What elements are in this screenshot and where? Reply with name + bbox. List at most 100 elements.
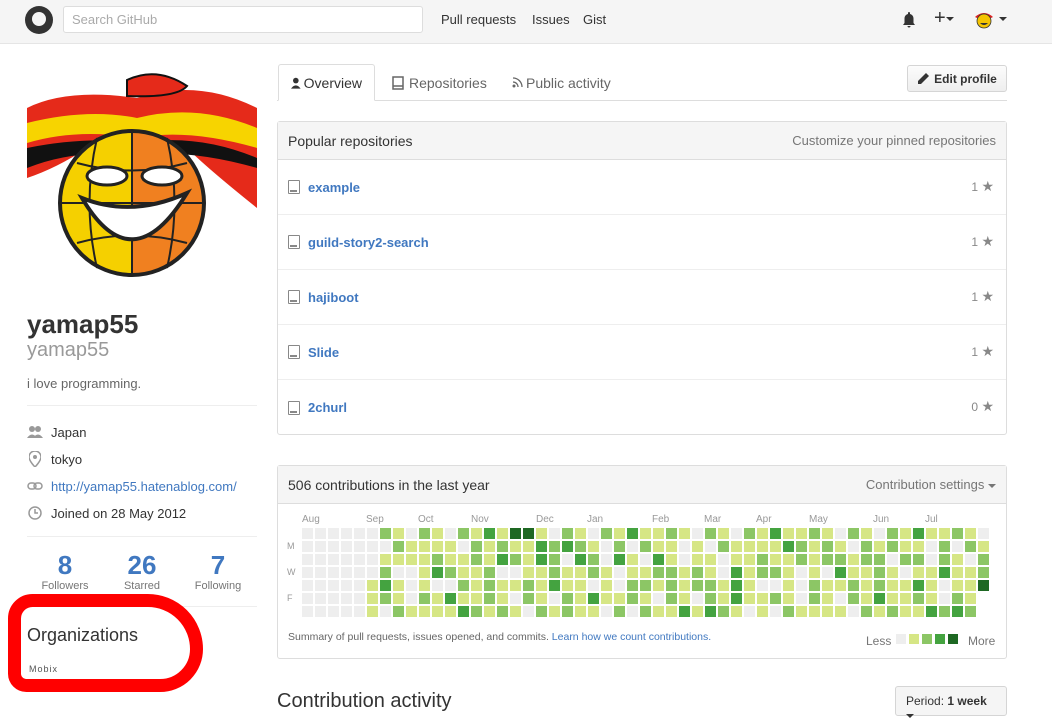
contribution-day[interactable] — [744, 541, 755, 552]
contribution-day[interactable] — [809, 567, 820, 578]
contribution-day[interactable] — [757, 593, 768, 604]
contribution-day[interactable] — [458, 580, 469, 591]
contribution-day[interactable] — [757, 567, 768, 578]
contribution-day[interactable] — [731, 606, 742, 617]
contribution-day[interactable] — [809, 554, 820, 565]
contribution-day[interactable] — [536, 528, 547, 539]
contribution-day[interactable] — [406, 528, 417, 539]
followers-stat[interactable]: 8 Followers — [26, 550, 104, 592]
contribution-day[interactable] — [419, 593, 430, 604]
contribution-day[interactable] — [328, 528, 339, 539]
contribution-day[interactable] — [874, 567, 885, 578]
contribution-day[interactable] — [367, 580, 378, 591]
contribution-day[interactable] — [926, 541, 937, 552]
contribution-day[interactable] — [640, 580, 651, 591]
contribution-day[interactable] — [874, 580, 885, 591]
contribution-day[interactable] — [926, 606, 937, 617]
contribution-day[interactable] — [861, 567, 872, 578]
contribution-day[interactable] — [510, 567, 521, 578]
contribution-day[interactable] — [731, 567, 742, 578]
contribution-day[interactable] — [705, 554, 716, 565]
contribution-day[interactable] — [731, 541, 742, 552]
contribution-day[interactable] — [692, 606, 703, 617]
contribution-day[interactable] — [653, 593, 664, 604]
search-input[interactable] — [63, 6, 423, 33]
contribution-day[interactable] — [627, 606, 638, 617]
contribution-day[interactable] — [380, 528, 391, 539]
contribution-day[interactable] — [718, 541, 729, 552]
contribution-day[interactable] — [328, 580, 339, 591]
contribution-day[interactable] — [575, 554, 586, 565]
repo-name-link[interactable]: guild-story2-search — [308, 235, 429, 250]
contribution-day[interactable] — [679, 580, 690, 591]
contribution-day[interactable] — [432, 554, 443, 565]
contribution-day[interactable] — [523, 554, 534, 565]
contribution-day[interactable] — [380, 580, 391, 591]
contribution-day[interactable] — [861, 606, 872, 617]
contribution-day[interactable] — [419, 554, 430, 565]
contribution-day[interactable] — [354, 606, 365, 617]
contribution-day[interactable] — [705, 541, 716, 552]
contribution-day[interactable] — [445, 606, 456, 617]
contribution-day[interactable] — [549, 528, 560, 539]
contribution-day[interactable] — [835, 541, 846, 552]
contribution-day[interactable] — [848, 554, 859, 565]
contribution-day[interactable] — [952, 541, 963, 552]
contribution-day[interactable] — [744, 528, 755, 539]
contribution-day[interactable] — [848, 567, 859, 578]
contribution-day[interactable] — [796, 528, 807, 539]
contribution-day[interactable] — [666, 528, 677, 539]
repo-name-link[interactable]: hajiboot — [308, 290, 359, 305]
contribution-day[interactable] — [380, 606, 391, 617]
contribution-day[interactable] — [497, 580, 508, 591]
contribution-day[interactable] — [445, 541, 456, 552]
contribution-day[interactable] — [913, 580, 924, 591]
contribution-day[interactable] — [978, 580, 989, 591]
contribution-day[interactable] — [952, 554, 963, 565]
contribution-day[interactable] — [900, 541, 911, 552]
contribution-day[interactable] — [432, 593, 443, 604]
contribution-day[interactable] — [692, 554, 703, 565]
contribution-day[interactable] — [367, 554, 378, 565]
contribution-day[interactable] — [562, 593, 573, 604]
contribution-day[interactable] — [718, 593, 729, 604]
contribution-day[interactable] — [809, 528, 820, 539]
contribution-day[interactable] — [471, 541, 482, 552]
contribution-day[interactable] — [640, 541, 651, 552]
contribution-day[interactable] — [497, 593, 508, 604]
contribution-day[interactable] — [458, 554, 469, 565]
contribution-day[interactable] — [419, 528, 430, 539]
contribution-day[interactable] — [796, 541, 807, 552]
contribution-day[interactable] — [822, 528, 833, 539]
repo-name-link[interactable]: 2churl — [308, 400, 347, 415]
contribution-day[interactable] — [328, 606, 339, 617]
contribution-day[interactable] — [562, 567, 573, 578]
contribution-day[interactable] — [796, 593, 807, 604]
contribution-day[interactable] — [744, 580, 755, 591]
contribution-day[interactable] — [575, 541, 586, 552]
repo-stars[interactable]: 1 ★ — [971, 288, 994, 305]
contribution-day[interactable] — [588, 554, 599, 565]
contribution-day[interactable] — [679, 541, 690, 552]
contribution-day[interactable] — [835, 606, 846, 617]
contribution-day[interactable] — [302, 541, 313, 552]
contribution-day[interactable] — [354, 528, 365, 539]
contribution-day[interactable] — [393, 554, 404, 565]
contribution-day[interactable] — [562, 528, 573, 539]
contribution-day[interactable] — [419, 541, 430, 552]
contribution-day[interactable] — [692, 593, 703, 604]
contribution-day[interactable] — [848, 593, 859, 604]
contribution-day[interactable] — [835, 567, 846, 578]
contribution-day[interactable] — [874, 593, 885, 604]
contribution-day[interactable] — [718, 580, 729, 591]
avatar-chevron-down-icon[interactable] — [999, 17, 1007, 21]
contribution-day[interactable] — [588, 580, 599, 591]
contribution-day[interactable] — [874, 606, 885, 617]
contribution-day[interactable] — [848, 606, 859, 617]
contribution-day[interactable] — [757, 541, 768, 552]
contribution-day[interactable] — [302, 567, 313, 578]
contribution-day[interactable] — [523, 606, 534, 617]
contribution-day[interactable] — [315, 554, 326, 565]
contribution-day[interactable] — [445, 528, 456, 539]
contribution-day[interactable] — [640, 528, 651, 539]
